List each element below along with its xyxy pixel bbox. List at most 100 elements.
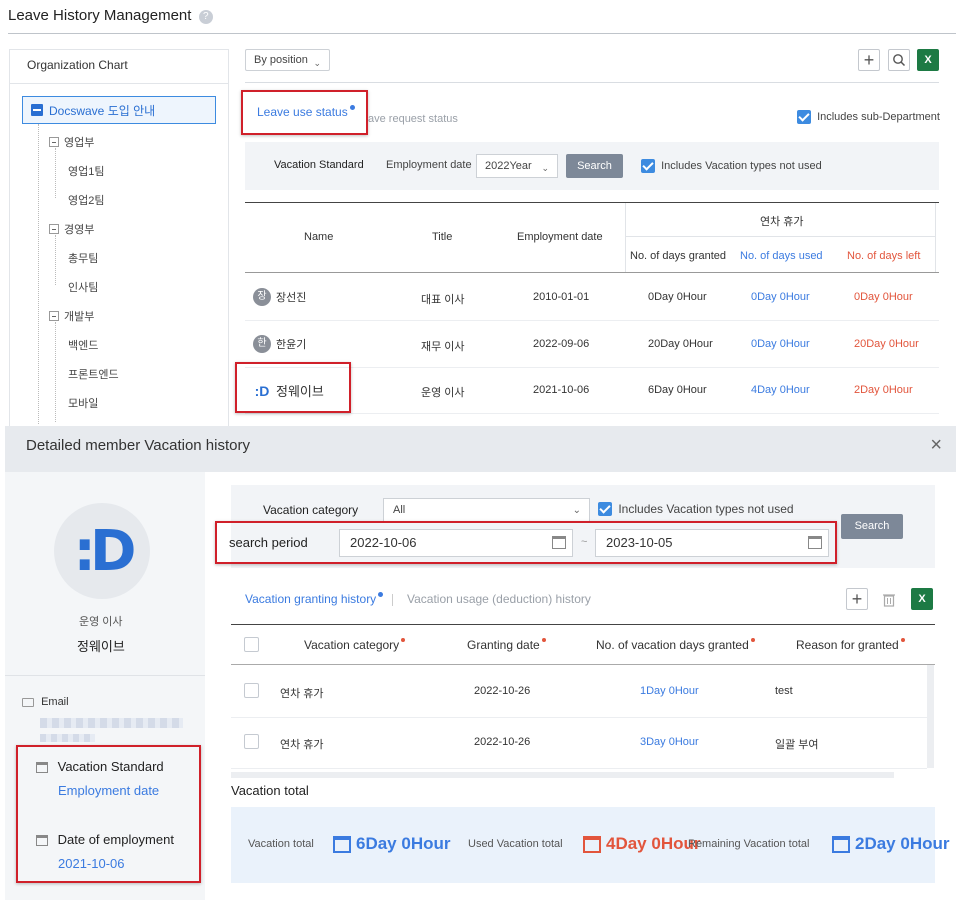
table-row-name[interactable]: 한 한윤기: [253, 334, 306, 353]
org-chart-header: Organization Chart: [10, 50, 228, 84]
collapse-icon[interactable]: [49, 311, 59, 321]
grant-cell-days: 1Day 0Hour: [640, 685, 699, 697]
org-tree-label: 영업1팀: [68, 166, 105, 178]
highlight-box: [241, 90, 368, 135]
used-total-label: Used Vacation total: [468, 838, 563, 850]
category-label: Vacation category: [263, 503, 359, 517]
org-tree-item[interactable]: 백엔드: [68, 337, 98, 353]
org-tree-item[interactable]: 영업2팀: [68, 192, 104, 208]
chevron-down-icon: ⌄: [572, 505, 581, 516]
tab-granting-history-label: Vacation granting history: [245, 592, 383, 606]
total-heading: Vacation total: [231, 783, 309, 798]
title-divider: [8, 33, 956, 34]
table-cell-granted: 20Day 0Hour: [648, 337, 713, 350]
used-total-value: 4Day 0Hour: [606, 834, 701, 853]
not-used-checkbox-area[interactable]: Includes Vacation types not used: [641, 159, 822, 173]
grant-cell-category: 연차 휴가: [280, 688, 324, 700]
help-icon[interactable]: ?: [198, 9, 213, 24]
table-cell-left: 2Day 0Hour: [854, 384, 913, 396]
th-divider-v: [625, 203, 626, 273]
search-icon[interactable]: [888, 49, 910, 71]
close-icon[interactable]: ×: [930, 435, 942, 455]
chevron-down-icon: ⌄: [313, 58, 321, 68]
collapse-icon[interactable]: [31, 104, 43, 116]
th-group-divider: [625, 236, 935, 237]
chevron-down-icon: ⌄: [541, 163, 549, 173]
tree-line: [38, 124, 39, 424]
modal-not-used-area[interactable]: Includes Vacation types not used: [598, 501, 794, 516]
vac-total-value: 6Day 0Hour: [356, 834, 451, 853]
modal-header: Detailed member Vacation history ×: [5, 426, 956, 472]
org-tree-item[interactable]: 프론트엔드: [68, 366, 119, 382]
org-tree-label: 영업2팀: [68, 195, 105, 207]
collapse-icon[interactable]: [49, 137, 59, 147]
category-select[interactable]: All ⌄: [383, 498, 590, 522]
subdept-checkbox-area[interactable]: Includes sub-Department: [797, 110, 940, 124]
year-select[interactable]: 2022Year ⌄: [476, 154, 558, 178]
year-select-value: 2022Year: [485, 160, 532, 172]
modal-search-button[interactable]: Search: [841, 514, 903, 539]
table-cell-title: 재무 이사: [421, 340, 465, 353]
org-root-node[interactable]: Docswave 도입 안내: [22, 96, 216, 124]
add-button[interactable]: +: [846, 588, 868, 610]
tab-leave-request-status[interactable]: ave request status: [368, 113, 458, 125]
table-row-name[interactable]: 장 장선진: [253, 288, 306, 306]
th-title: Title: [432, 231, 453, 243]
modal-not-used-checkbox[interactable]: [598, 501, 612, 516]
th-left: No. of days left: [847, 250, 921, 262]
rem-total: 2Day 0Hour: [832, 834, 949, 854]
row-divider: [231, 768, 927, 769]
grant-cell-date: 2022-10-26: [474, 685, 531, 697]
row-divider: [231, 717, 927, 718]
tree-line: [55, 322, 56, 422]
page-title: Leave History Management: [8, 7, 192, 24]
vac-total-label: Vacation total: [248, 838, 314, 850]
tab-granting-history[interactable]: Vacation granting history: [245, 592, 383, 606]
th-group: 연차 휴가: [760, 216, 804, 228]
member-name: 정웨이브: [77, 639, 125, 654]
calendar-check-icon: [832, 836, 850, 854]
th-granted: No. of days granted: [630, 250, 727, 262]
select-all-checkbox[interactable]: [244, 637, 259, 652]
calendar-check-icon: [583, 836, 601, 854]
mail-icon: [22, 697, 34, 707]
org-root-label: Docswave 도입 안내: [49, 103, 156, 118]
email-label: Email: [41, 696, 69, 708]
org-tree-item[interactable]: 경영부: [49, 221, 94, 237]
org-tree-item[interactable]: 인사팀: [68, 279, 98, 295]
grid-hscrollbar[interactable]: [231, 772, 894, 778]
org-tree-label: 프론트엔드: [68, 369, 119, 381]
org-tree-item[interactable]: 개발부: [49, 308, 94, 324]
grid-top-border: [231, 624, 935, 625]
th-name: Name: [304, 231, 334, 243]
trash-icon[interactable]: [878, 588, 900, 610]
search-button[interactable]: Search: [566, 154, 623, 178]
org-tree-item[interactable]: 총무팀: [68, 250, 98, 266]
row-checkbox[interactable]: [244, 734, 259, 749]
org-tree-item[interactable]: 영업부: [49, 134, 94, 150]
email-value-redacted: [40, 718, 183, 728]
email-value-redacted: [40, 734, 95, 742]
collapse-icon[interactable]: [49, 224, 59, 234]
add-button[interactable]: +: [858, 49, 880, 71]
table-cell-date: 2010-01-01: [533, 291, 590, 303]
member-name-cell: 장선진: [276, 292, 307, 304]
view-select[interactable]: By position ⌄: [245, 49, 330, 71]
table-cell-left: 0Day 0Hour: [854, 291, 913, 303]
org-tree-item[interactable]: 모바일: [68, 395, 98, 411]
th-employment: Employment date: [517, 231, 603, 243]
tab-usage-history[interactable]: Vacation usage (deduction) history: [407, 592, 591, 606]
calendar-check-icon: [333, 836, 351, 854]
excel-download-icon[interactable]: X: [911, 588, 933, 610]
org-tree-item[interactable]: 영업1팀: [68, 163, 104, 179]
rem-total-value: 2Day 0Hour: [855, 834, 950, 853]
not-used-checkbox[interactable]: [641, 159, 655, 173]
th-bottom-border: [245, 272, 939, 273]
excel-download-icon[interactable]: X: [917, 49, 939, 71]
not-used-label: Includes Vacation types not used: [661, 160, 822, 172]
org-tree-label: 영업부: [64, 137, 95, 149]
subdept-checkbox[interactable]: [797, 110, 811, 124]
table-cell-left: 20Day 0Hour: [854, 337, 919, 350]
row-checkbox[interactable]: [244, 683, 259, 698]
grid-scrollbar[interactable]: [927, 665, 934, 768]
